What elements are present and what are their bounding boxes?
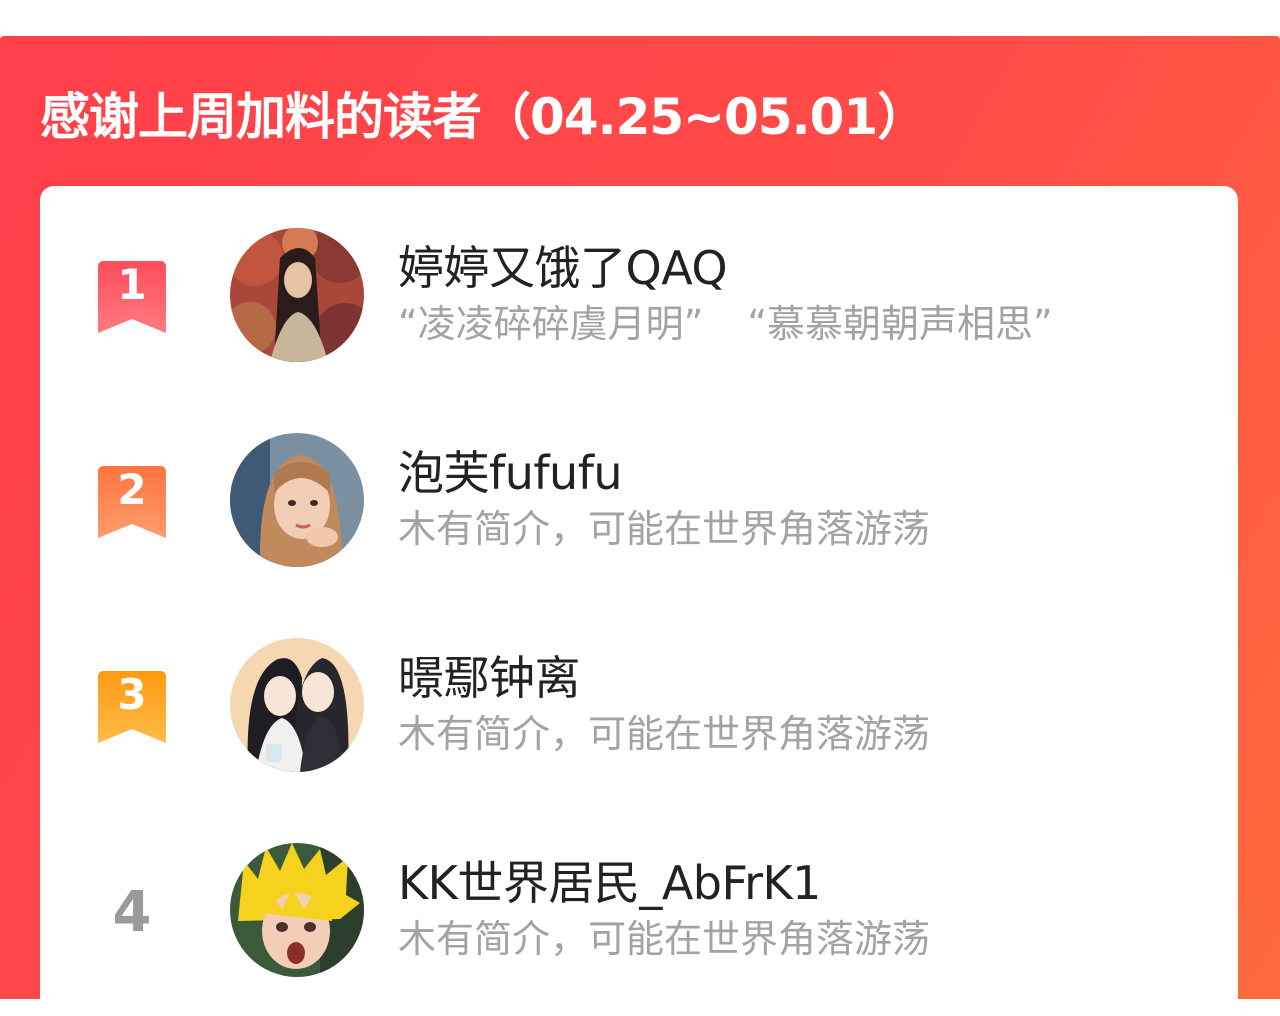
rank-1-ribbon-icon: 1 [98,261,166,333]
rank-number: 1 [117,260,147,309]
reader-bio: 木有简介，可能在世界角落游荡 [398,917,931,961]
reader-tags: “凌凌碎碎虞月明” “慕慕朝朝声相思” [398,300,1053,348]
rank-3-ribbon-icon: 3 [98,671,166,743]
avatar[interactable] [230,638,364,772]
reader-list-card: 1 婷婷又饿了QAQ “凌凌碎碎虞月明” “慕慕朝朝声相思” 2 泡芙fufuf… [40,186,1238,1016]
reader-bio: 木有简介，可能在世界角落游荡 [398,507,931,551]
avatar[interactable] [230,843,364,977]
list-item[interactable]: 1 婷婷又饿了QAQ “凌凌碎碎虞月明” “慕慕朝朝声相思” [40,228,1238,368]
reader-name[interactable]: 泡芙fufufu [398,445,623,501]
list-item[interactable]: 2 泡芙fufufu 木有简介，可能在世界角落游荡 [40,433,1238,573]
reader-name[interactable]: KK世界居民_AbFrK1 [398,855,821,911]
rank-number: 3 [117,670,147,719]
reader-name[interactable]: 婷婷又饿了QAQ [398,240,728,296]
page-title: 感谢上周加料的读者（04.25~05.01） [40,88,927,146]
reader-tag: “慕慕朝朝声相思” [747,302,1053,346]
avatar[interactable] [230,228,364,362]
reader-tag: “凌凌碎碎虞月明” [398,302,704,346]
list-item[interactable]: 3 暻鄢钟离 木有简介，可能在世界角落游荡 [40,638,1238,778]
rank-2-ribbon-icon: 2 [98,466,166,538]
rank-number: 4 [112,880,152,945]
rank-number: 2 [117,465,147,514]
list-item[interactable]: 4 KK世界居民_AbFrK1 木有简介，可能在世界角落游荡 [40,843,1238,983]
avatar[interactable] [230,433,364,567]
thanks-panel: 感谢上周加料的读者（04.25~05.01） 1 婷婷又饿了QAQ “凌凌碎碎虞… [0,36,1280,1016]
reader-name[interactable]: 暻鄢钟离 [398,650,581,706]
reader-bio: 木有简介，可能在世界角落游荡 [398,712,931,756]
